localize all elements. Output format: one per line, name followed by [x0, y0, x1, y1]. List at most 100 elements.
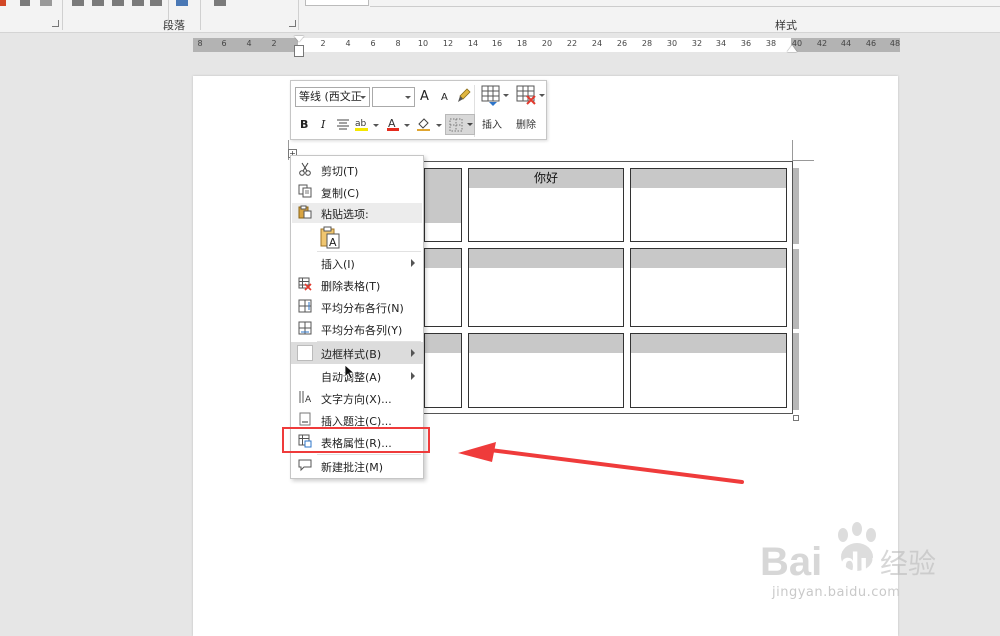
font-size-box[interactable] — [372, 87, 415, 107]
scissors-icon — [297, 162, 313, 178]
ruler-tick: 36 — [740, 39, 752, 48]
right-indent-marker[interactable] — [787, 45, 797, 52]
svg-text:ab: ab — [355, 119, 367, 129]
chevron-down-icon[interactable] — [467, 123, 473, 126]
highlight-color-icon[interactable]: ab — [354, 116, 370, 135]
ruler-tick: 6 — [370, 39, 376, 48]
distribute-rows-icon — [297, 299, 313, 315]
ruler-tick: 20 — [541, 39, 553, 48]
styles-group-label: 样式 — [775, 19, 797, 32]
paragraph-group-label: 段落 — [163, 19, 185, 32]
menu-item-insert[interactable]: 插入(I) — [291, 252, 423, 274]
watermark-brand-latin-2: du — [840, 546, 879, 582]
table-cell[interactable] — [468, 248, 624, 327]
menu-item-label: 文字方向(X)... — [321, 393, 392, 406]
table-cell[interactable] — [424, 168, 462, 242]
chevron-down-icon[interactable] — [503, 94, 509, 97]
font-name-value: 等线 (西文正 — [299, 90, 362, 103]
chevron-down-icon[interactable] — [405, 96, 411, 99]
style-gallery-border — [370, 6, 1000, 7]
menu-item-cut[interactable]: 剪切(T) — [291, 159, 423, 181]
chevron-down-icon[interactable] — [373, 124, 379, 127]
menu-item-delete-table[interactable]: 删除表格(T) — [291, 274, 423, 296]
paragraph-dialog-launcher-icon[interactable] — [289, 20, 296, 27]
menu-item-paste-options: 粘贴选项: — [291, 202, 423, 224]
menu-item-label: 粘贴选项: — [321, 208, 369, 221]
insert-label[interactable]: 插入 — [482, 116, 502, 131]
style-gallery-item[interactable] — [305, 0, 369, 6]
left-indent-marker[interactable] — [294, 45, 304, 57]
ruler-tick: 32 — [691, 39, 703, 48]
ribbon-separator — [200, 0, 201, 30]
table-cell[interactable] — [424, 248, 462, 327]
grow-font-button[interactable]: A — [420, 89, 429, 104]
table-column-marker — [793, 249, 799, 329]
ruler-tick: 30 — [666, 39, 678, 48]
chevron-down-icon[interactable] — [360, 96, 366, 99]
ribbon-separator — [298, 0, 299, 30]
document-table[interactable]: 你好 — [423, 161, 793, 414]
ruler-tick: 48 — [889, 39, 901, 48]
menu-item-label: 插入(I) — [321, 258, 355, 271]
ruler-tick: 8 — [395, 39, 401, 48]
menu-item-border-styles[interactable]: 边框样式(B) — [291, 342, 423, 364]
table-cell[interactable] — [630, 168, 787, 242]
chevron-down-icon[interactable] — [436, 124, 442, 127]
paste-keep-text-only-icon[interactable]: A — [319, 226, 341, 253]
ribbon-fragment — [214, 0, 226, 6]
ruler-tick: 38 — [765, 39, 777, 48]
insert-table-icon[interactable] — [481, 85, 503, 110]
crop-mark — [792, 160, 814, 161]
watermark-url: jingyan.baidu.com — [772, 585, 901, 600]
annotation-arrow-icon — [458, 442, 744, 484]
font-color-icon[interactable]: A — [386, 116, 400, 135]
table-resize-handle[interactable] — [793, 415, 799, 421]
menu-item-copy[interactable]: 复制(C) — [291, 181, 423, 203]
ruler-tick: 18 — [516, 39, 528, 48]
mini-toolbar: 等线 (西文正 A A 插入 删除 B I ab A — [290, 80, 547, 140]
ribbon-separator — [62, 0, 63, 30]
ribbon-fragment — [92, 0, 104, 6]
ruler-tick: 4 — [345, 39, 351, 48]
text-direction-icon: A — [297, 390, 313, 406]
align-center-icon[interactable] — [336, 118, 350, 133]
ruler-tick: 34 — [715, 39, 727, 48]
menu-item-label: 平均分布各列(Y) — [321, 324, 403, 337]
menu-item-distribute-rows[interactable]: 平均分布各行(N) — [291, 296, 423, 318]
ruler-tick: 14 — [467, 39, 479, 48]
table-cell[interactable] — [630, 333, 787, 408]
ribbon-fragment — [112, 0, 124, 6]
menu-item-text-direction[interactable]: A 文字方向(X)... — [291, 387, 423, 409]
table-cell[interactable] — [424, 333, 462, 408]
menu-item-label: 平均分布各行(N) — [321, 302, 404, 315]
distribute-columns-icon — [297, 321, 313, 337]
table-cell[interactable] — [468, 333, 624, 408]
shrink-font-button[interactable]: A — [441, 92, 448, 103]
menu-item-new-comment[interactable]: 新建批注(M) — [291, 455, 423, 477]
font-dialog-launcher-icon[interactable] — [52, 20, 59, 27]
chevron-right-icon — [411, 259, 415, 267]
borders-button[interactable] — [445, 114, 475, 135]
ruler-tick: 2 — [271, 39, 277, 48]
watermark-brand-latin: Bai — [760, 540, 822, 584]
shading-icon[interactable] — [416, 116, 432, 135]
ribbon-fragment — [72, 0, 84, 6]
ruler-tick: 46 — [865, 39, 877, 48]
watermark-brand-cn: 经验 — [880, 547, 936, 580]
menu-item-autofit[interactable]: 自动调整(A) — [291, 365, 423, 387]
caption-icon — [297, 412, 313, 428]
italic-button[interactable]: I — [321, 118, 325, 131]
ruler-tick: 12 — [442, 39, 454, 48]
font-name-box[interactable]: 等线 (西文正 — [295, 87, 370, 107]
table-cell[interactable]: 你好 — [468, 168, 624, 242]
chevron-down-icon[interactable] — [404, 124, 410, 127]
format-painter-icon[interactable] — [457, 86, 473, 107]
chevron-down-icon[interactable] — [539, 94, 545, 97]
bold-button[interactable]: B — [300, 118, 308, 131]
mouse-cursor-icon — [344, 364, 356, 383]
table-cell[interactable] — [630, 248, 787, 327]
delete-table-icon[interactable] — [516, 85, 538, 110]
menu-item-distribute-columns[interactable]: 平均分布各列(Y) — [291, 318, 423, 340]
delete-label[interactable]: 删除 — [516, 116, 536, 131]
first-line-indent-marker[interactable] — [294, 36, 304, 42]
